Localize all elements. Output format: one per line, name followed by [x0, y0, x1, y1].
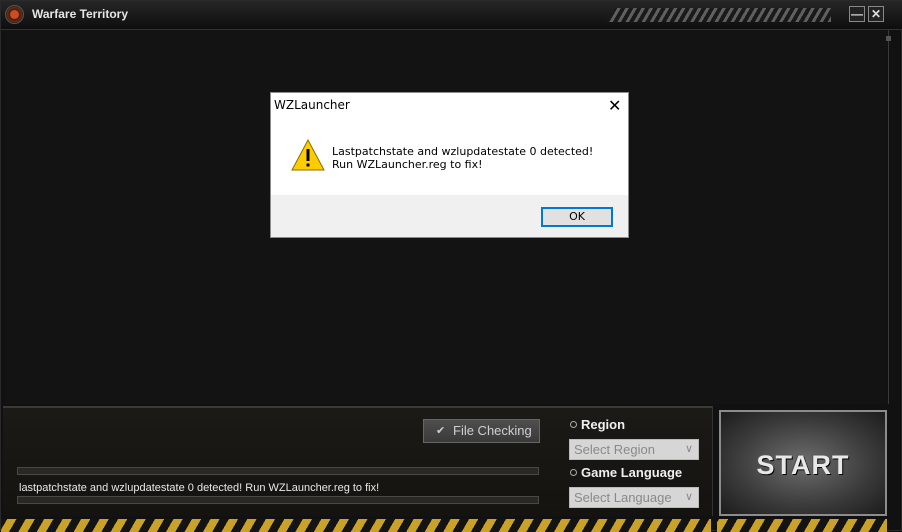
app-logo-icon — [5, 5, 24, 24]
dialog-title: WZLauncher — [274, 98, 350, 112]
close-button[interactable]: ✕ — [868, 6, 884, 22]
language-bullet-icon — [570, 469, 577, 476]
start-label: START — [756, 450, 850, 480]
ok-button[interactable]: OK — [541, 207, 613, 227]
file-checking-button[interactable]: ✔ File Checking — [423, 419, 540, 443]
dialog-message: Lastpatchstate and wzlupdatestate 0 dete… — [332, 145, 594, 171]
region-bullet-icon — [570, 421, 577, 428]
scrollbar-track[interactable] — [888, 30, 889, 404]
region-label: Region — [581, 417, 626, 432]
start-button[interactable]: START — [719, 410, 887, 516]
window-title: Warfare Territory — [32, 7, 129, 21]
close-icon[interactable]: ✕ — [608, 96, 621, 115]
launcher-window: Warfare Territory — ✕ ✔ File Checking la… — [0, 0, 902, 532]
check-icon: ✔ — [436, 425, 446, 437]
progress-bar-primary — [17, 467, 539, 475]
titlebar-decoration — [606, 8, 831, 22]
status-message: lastpatchstate and wzlupdatestate 0 dete… — [19, 482, 380, 494]
title-bar[interactable]: Warfare Territory — ✕ — [1, 1, 902, 30]
progress-bar-secondary — [17, 496, 539, 504]
region-select-value: Select Region — [574, 442, 655, 457]
language-select[interactable]: Select Language ∨ — [569, 487, 699, 508]
file-checking-label: File Checking — [453, 423, 532, 438]
warning-icon — [291, 139, 325, 171]
language-select-value: Select Language — [574, 490, 672, 505]
hazard-stripe-left — [1, 519, 711, 532]
message-dialog: WZLauncher ✕ Lastpatchstate and wzlupdat… — [270, 92, 629, 238]
scrollbar-handle[interactable] — [886, 36, 891, 41]
language-label: Game Language — [581, 465, 683, 480]
minimize-button[interactable]: — — [849, 6, 865, 22]
hazard-stripe-right — [717, 519, 887, 532]
chevron-down-icon: ∨ — [684, 443, 693, 455]
chevron-down-icon: ∨ — [684, 491, 693, 503]
region-select[interactable]: Select Region ∨ — [569, 439, 699, 460]
